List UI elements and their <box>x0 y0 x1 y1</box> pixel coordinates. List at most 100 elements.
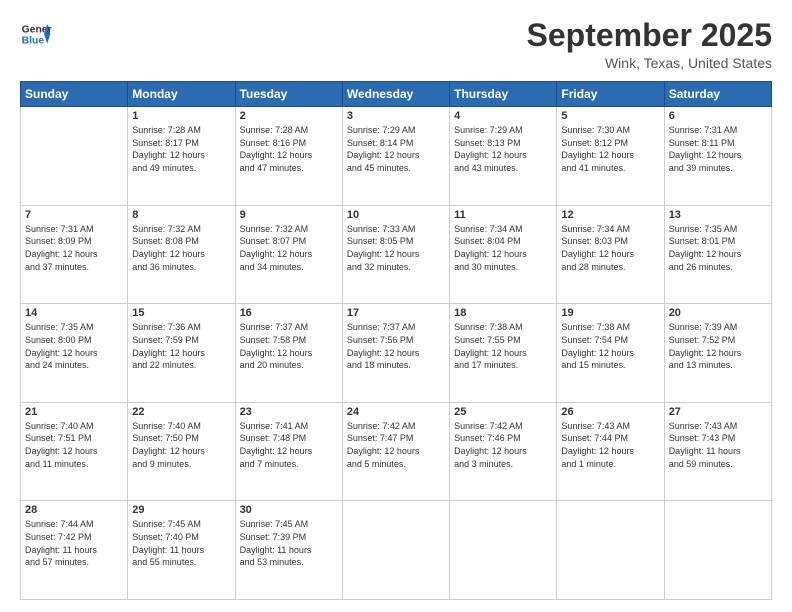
day-info: Sunrise: 7:33 AM Sunset: 8:05 PM Dayligh… <box>347 223 445 273</box>
col-friday: Friday <box>557 82 664 107</box>
calendar-cell-w2-d1: 7 Sunrise: 7:31 AM Sunset: 8:09 PM Daylig… <box>21 205 128 304</box>
day-number: 2 <box>240 110 338 122</box>
day-info: Sunrise: 7:44 AM Sunset: 7:42 PM Dayligh… <box>25 518 123 568</box>
calendar-cell-w4-d4: 24 Sunrise: 7:42 AM Sunset: 7:47 PM Dayli… <box>342 402 449 501</box>
day-info: Sunrise: 7:30 AM Sunset: 8:12 PM Dayligh… <box>561 124 659 174</box>
calendar-header-row: Sunday Monday Tuesday Wednesday Thursday… <box>21 82 772 107</box>
day-number: 5 <box>561 110 659 122</box>
day-info: Sunrise: 7:35 AM Sunset: 8:01 PM Dayligh… <box>669 223 767 273</box>
day-info: Sunrise: 7:40 AM Sunset: 7:50 PM Dayligh… <box>132 420 230 470</box>
col-saturday: Saturday <box>664 82 771 107</box>
day-number: 24 <box>347 406 445 418</box>
day-number: 11 <box>454 209 552 221</box>
day-number: 3 <box>347 110 445 122</box>
day-number: 4 <box>454 110 552 122</box>
day-info: Sunrise: 7:37 AM Sunset: 7:58 PM Dayligh… <box>240 321 338 371</box>
calendar-cell-w2-d3: 9 Sunrise: 7:32 AM Sunset: 8:07 PM Daylig… <box>235 205 342 304</box>
day-info: Sunrise: 7:45 AM Sunset: 7:39 PM Dayligh… <box>240 518 338 568</box>
logo: General Blue <box>20 18 52 50</box>
day-info: Sunrise: 7:43 AM Sunset: 7:44 PM Dayligh… <box>561 420 659 470</box>
day-number: 6 <box>669 110 767 122</box>
calendar-cell-w1-d1 <box>21 107 128 206</box>
day-number: 23 <box>240 406 338 418</box>
week-row-5: 28 Sunrise: 7:44 AM Sunset: 7:42 PM Dayli… <box>21 501 772 600</box>
calendar-cell-w5-d3: 30 Sunrise: 7:45 AM Sunset: 7:39 PM Dayli… <box>235 501 342 600</box>
location: Wink, Texas, United States <box>527 55 772 71</box>
calendar-cell-w5-d2: 29 Sunrise: 7:45 AM Sunset: 7:40 PM Dayli… <box>128 501 235 600</box>
day-number: 7 <box>25 209 123 221</box>
day-number: 28 <box>25 504 123 516</box>
day-number: 29 <box>132 504 230 516</box>
day-info: Sunrise: 7:31 AM Sunset: 8:09 PM Dayligh… <box>25 223 123 273</box>
col-sunday: Sunday <box>21 82 128 107</box>
day-number: 19 <box>561 307 659 319</box>
calendar-cell-w2-d6: 12 Sunrise: 7:34 AM Sunset: 8:03 PM Dayli… <box>557 205 664 304</box>
title-block: September 2025 Wink, Texas, United State… <box>527 18 772 71</box>
calendar-cell-w5-d1: 28 Sunrise: 7:44 AM Sunset: 7:42 PM Dayli… <box>21 501 128 600</box>
day-info: Sunrise: 7:40 AM Sunset: 7:51 PM Dayligh… <box>25 420 123 470</box>
col-monday: Monday <box>128 82 235 107</box>
day-number: 18 <box>454 307 552 319</box>
calendar-cell-w2-d7: 13 Sunrise: 7:35 AM Sunset: 8:01 PM Dayli… <box>664 205 771 304</box>
calendar-cell-w1-d6: 5 Sunrise: 7:30 AM Sunset: 8:12 PM Daylig… <box>557 107 664 206</box>
logo-icon: General Blue <box>20 18 52 50</box>
day-number: 25 <box>454 406 552 418</box>
calendar-cell-w4-d5: 25Sunrise: 7:42 AM Sunset: 7:46 PM Dayli… <box>450 402 557 501</box>
col-thursday: Thursday <box>450 82 557 107</box>
week-row-4: 21 Sunrise: 7:40 AM Sunset: 7:51 PM Dayli… <box>21 402 772 501</box>
calendar-cell-w1-d5: 4 Sunrise: 7:29 AM Sunset: 8:13 PM Daylig… <box>450 107 557 206</box>
day-info: Sunrise: 7:42 AM Sunset: 7:47 PM Dayligh… <box>347 420 445 470</box>
day-info: Sunrise: 7:34 AM Sunset: 8:03 PM Dayligh… <box>561 223 659 273</box>
day-info: Sunrise: 7:34 AM Sunset: 8:04 PM Dayligh… <box>454 223 552 273</box>
week-row-1: 1Sunrise: 7:28 AM Sunset: 8:17 PM Daylig… <box>21 107 772 206</box>
day-number: 1 <box>132 110 230 122</box>
day-info: Sunrise: 7:36 AM Sunset: 7:59 PM Dayligh… <box>132 321 230 371</box>
day-info: Sunrise: 7:41 AM Sunset: 7:48 PM Dayligh… <box>240 420 338 470</box>
calendar-cell-w5-d6 <box>557 501 664 600</box>
calendar-cell-w2-d2: 8Sunrise: 7:32 AM Sunset: 8:08 PM Daylig… <box>128 205 235 304</box>
svg-text:Blue: Blue <box>22 36 45 47</box>
calendar-cell-w5-d5 <box>450 501 557 600</box>
calendar-cell-w4-d2: 22Sunrise: 7:40 AM Sunset: 7:50 PM Dayli… <box>128 402 235 501</box>
calendar-cell-w5-d4 <box>342 501 449 600</box>
calendar-cell-w3-d5: 18 Sunrise: 7:38 AM Sunset: 7:55 PM Dayli… <box>450 304 557 403</box>
calendar-cell-w5-d7 <box>664 501 771 600</box>
day-info: Sunrise: 7:29 AM Sunset: 8:13 PM Dayligh… <box>454 124 552 174</box>
day-info: Sunrise: 7:37 AM Sunset: 7:56 PM Dayligh… <box>347 321 445 371</box>
day-number: 15 <box>132 307 230 319</box>
col-tuesday: Tuesday <box>235 82 342 107</box>
day-info: Sunrise: 7:32 AM Sunset: 8:07 PM Dayligh… <box>240 223 338 273</box>
page: General Blue September 2025 Wink, Texas,… <box>0 0 792 612</box>
calendar-cell-w1-d4: 3 Sunrise: 7:29 AM Sunset: 8:14 PM Daylig… <box>342 107 449 206</box>
calendar-cell-w1-d3: 2Sunrise: 7:28 AM Sunset: 8:16 PM Daylig… <box>235 107 342 206</box>
week-row-3: 14Sunrise: 7:35 AM Sunset: 8:00 PM Dayli… <box>21 304 772 403</box>
calendar-table: Sunday Monday Tuesday Wednesday Thursday… <box>20 81 772 600</box>
day-info: Sunrise: 7:38 AM Sunset: 7:54 PM Dayligh… <box>561 321 659 371</box>
calendar-cell-w2-d4: 10Sunrise: 7:33 AM Sunset: 8:05 PM Dayli… <box>342 205 449 304</box>
day-number: 30 <box>240 504 338 516</box>
day-info: Sunrise: 7:35 AM Sunset: 8:00 PM Dayligh… <box>25 321 123 371</box>
calendar-cell-w4-d3: 23 Sunrise: 7:41 AM Sunset: 7:48 PM Dayli… <box>235 402 342 501</box>
calendar-cell-w2-d5: 11 Sunrise: 7:34 AM Sunset: 8:04 PM Dayli… <box>450 205 557 304</box>
calendar-cell-w3-d6: 19 Sunrise: 7:38 AM Sunset: 7:54 PM Dayli… <box>557 304 664 403</box>
day-number: 12 <box>561 209 659 221</box>
day-info: Sunrise: 7:45 AM Sunset: 7:40 PM Dayligh… <box>132 518 230 568</box>
calendar-cell-w3-d1: 14Sunrise: 7:35 AM Sunset: 8:00 PM Dayli… <box>21 304 128 403</box>
calendar-cell-w3-d2: 15 Sunrise: 7:36 AM Sunset: 7:59 PM Dayli… <box>128 304 235 403</box>
day-info: Sunrise: 7:43 AM Sunset: 7:43 PM Dayligh… <box>669 420 767 470</box>
day-info: Sunrise: 7:29 AM Sunset: 8:14 PM Dayligh… <box>347 124 445 174</box>
day-number: 17 <box>347 307 445 319</box>
day-info: Sunrise: 7:31 AM Sunset: 8:11 PM Dayligh… <box>669 124 767 174</box>
day-info: Sunrise: 7:38 AM Sunset: 7:55 PM Dayligh… <box>454 321 552 371</box>
day-number: 21 <box>25 406 123 418</box>
day-number: 9 <box>240 209 338 221</box>
calendar-cell-w1-d7: 6 Sunrise: 7:31 AM Sunset: 8:11 PM Daylig… <box>664 107 771 206</box>
day-number: 27 <box>669 406 767 418</box>
calendar-cell-w3-d4: 17 Sunrise: 7:37 AM Sunset: 7:56 PM Dayli… <box>342 304 449 403</box>
week-row-2: 7 Sunrise: 7:31 AM Sunset: 8:09 PM Daylig… <box>21 205 772 304</box>
day-info: Sunrise: 7:32 AM Sunset: 8:08 PM Dayligh… <box>132 223 230 273</box>
col-wednesday: Wednesday <box>342 82 449 107</box>
day-number: 13 <box>669 209 767 221</box>
calendar-cell-w4-d7: 27 Sunrise: 7:43 AM Sunset: 7:43 PM Dayli… <box>664 402 771 501</box>
calendar-cell-w1-d2: 1Sunrise: 7:28 AM Sunset: 8:17 PM Daylig… <box>128 107 235 206</box>
